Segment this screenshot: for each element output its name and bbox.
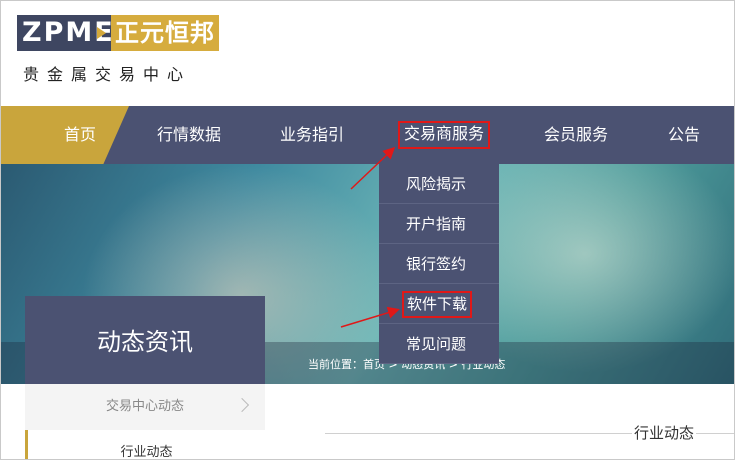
page-frame: ZPME 正元恒邦 贵金属交易中心 当前位置：首页 > 动态资讯 > 行业动态 … — [0, 0, 735, 460]
trader-services-dropdown: 风险揭示 开户指南 银行签约 软件下载 常见问题 — [379, 164, 499, 364]
logo-cn: 正元恒邦 — [111, 15, 219, 51]
play-icon — [97, 27, 106, 39]
dropdown-item-risk-disclosure[interactable]: 风险揭示 — [379, 164, 499, 204]
nav-item-business-guide[interactable]: 业务指引 — [280, 106, 344, 164]
logo-subtitle: 贵金属交易中心 — [23, 65, 192, 84]
logo[interactable]: ZPME 正元恒邦 贵金属交易中心 — [17, 15, 219, 85]
content-title: 行业动态 — [632, 422, 697, 443]
nav-item-home[interactable]: 首页 — [64, 106, 96, 164]
sidebar-menu: 交易中心动态 行业动态 — [25, 384, 265, 460]
chevron-right-icon — [234, 397, 250, 413]
nav-item-trader-services[interactable]: 交易商服务 — [398, 121, 491, 149]
nav-item-announcements[interactable]: 公告 — [668, 106, 700, 164]
section-title: 动态资讯 — [25, 296, 265, 384]
dropdown-item-bank-signing[interactable]: 银行签约 — [379, 244, 499, 284]
dropdown-item-faq[interactable]: 常见问题 — [379, 324, 499, 364]
logo-en: ZPME — [17, 15, 113, 51]
dropdown-item-software-download[interactable]: 软件下载 — [379, 284, 499, 324]
software-download-label: 软件下载 — [402, 291, 473, 318]
main-nav: 首页 行情数据 业务指引 交易商服务 会员服务 公告 — [1, 106, 734, 164]
nav-item-member-services[interactable]: 会员服务 — [544, 106, 608, 164]
sidebar-item-industry-news[interactable]: 行业动态 — [25, 430, 265, 460]
dropdown-item-account-guide[interactable]: 开户指南 — [379, 204, 499, 244]
sidebar-item-center-news[interactable]: 交易中心动态 — [25, 384, 265, 430]
sidebar-item-label: 行业动态 — [120, 445, 173, 460]
nav-item-market-data[interactable]: 行情数据 — [157, 106, 221, 164]
sidebar-item-label: 交易中心动态 — [105, 399, 184, 414]
